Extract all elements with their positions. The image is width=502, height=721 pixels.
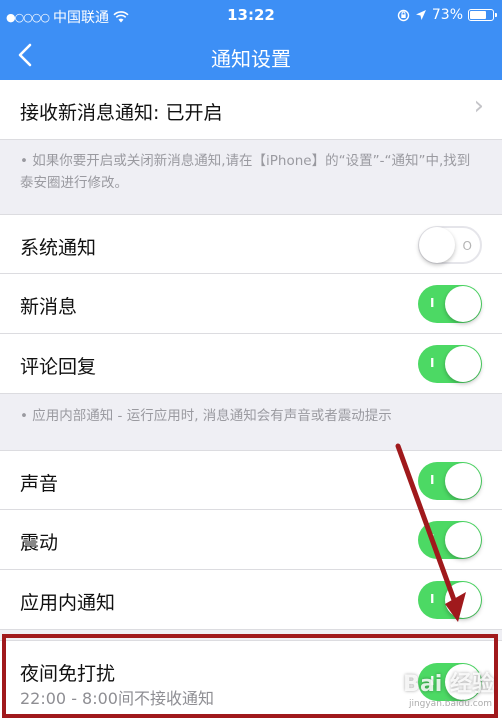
annotation-arrow-icon — [395, 443, 466, 622]
watermark-logo: Bai 经验 — [403, 672, 494, 697]
watermark-url: jingyan.baidu.com — [408, 699, 492, 709]
